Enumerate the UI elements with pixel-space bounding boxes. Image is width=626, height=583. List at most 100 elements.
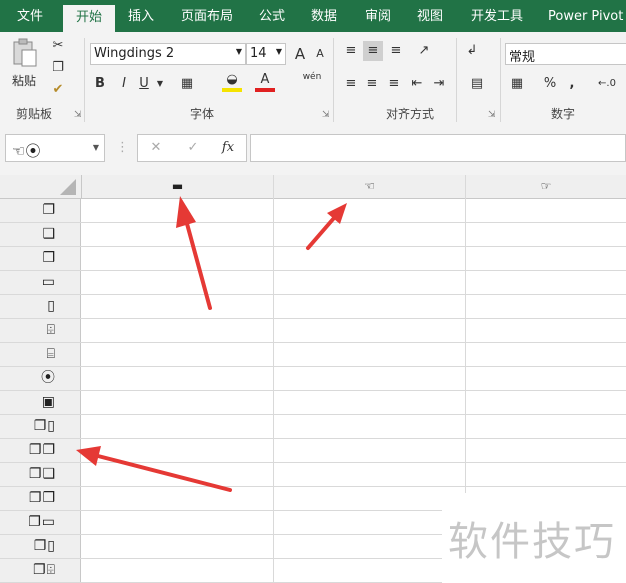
divider [84,38,85,122]
table-row: ▭ [0,271,626,295]
alignment-launcher-icon[interactable]: ⇲ [488,110,496,120]
table-row: ▣ [0,391,626,415]
chevron-down-icon[interactable]: ▼ [154,74,166,94]
column-header-c[interactable]: ☞ [466,175,626,198]
font-name-value: Wingdings 2 [94,46,175,61]
align-bottom-icon[interactable]: ≡ [387,41,405,61]
watermark: 软件技巧 [442,495,626,583]
tab-review[interactable]: 审阅 [365,0,391,32]
row-header[interactable]: ❑ [0,223,81,246]
row-header[interactable]: ❐❒ [0,487,81,510]
row-header[interactable]: ❐▯ [0,535,81,558]
tab-view[interactable]: 视图 [417,0,443,32]
row-header[interactable]: ❐ [0,199,81,222]
phonetic-guide-button[interactable]: wén [300,72,324,82]
table-row: ⌹ [0,319,626,343]
cancel-icon[interactable]: ✕ [146,138,166,158]
increase-indent-icon[interactable]: ⇥ [430,74,448,94]
chevron-down-icon: ▼ [275,47,282,56]
grow-font-button[interactable]: A [292,44,308,64]
fill-color-icon[interactable]: ◒ [222,72,242,92]
row-header[interactable]: ⌹ [0,319,81,342]
tab-insert[interactable]: 插入 [128,0,154,32]
percent-button[interactable]: % [542,74,558,94]
tab-home[interactable]: 开始 [63,5,116,32]
chevron-down-icon: ▼ [92,143,99,152]
table-row: ❐❐ [0,439,626,463]
row-header[interactable]: ❒ [0,247,81,270]
row-header[interactable]: ❐▯ [0,415,81,438]
table-row: ❑ [0,223,626,247]
merge-center-icon[interactable]: ▤ [463,74,491,94]
number-format-value: 常规 [509,50,536,65]
row-header[interactable]: ❐❐ [0,439,81,462]
increase-decimal-icon[interactable]: ←.0 [594,74,620,94]
divider [500,38,501,122]
insert-function-icon[interactable]: fx [218,138,238,158]
row-header[interactable]: ▣ [0,391,81,414]
row-header[interactable]: ❐⌹ [0,559,81,582]
font-launcher-icon[interactable]: ⇲ [322,110,330,120]
chevron-down-icon: ▼ [235,47,242,56]
decrease-indent-icon[interactable]: ⇤ [408,74,426,94]
font-group-label: 字体 [190,107,215,121]
divider [333,38,334,122]
comma-button[interactable]: , [566,74,578,94]
number-group-label: 数字 [551,107,576,121]
tab-data[interactable]: 数据 [311,0,337,32]
cut-icon[interactable]: ✂ [48,36,68,56]
table-row: ❐ [0,199,626,223]
column-header-b[interactable]: ☜ [274,175,466,198]
number-format-select[interactable]: 常规 [505,43,626,65]
font-size-select[interactable]: 14 ▼ [246,43,286,65]
wrap-text-icon[interactable]: ↲ [463,41,481,61]
clipboard-launcher-icon[interactable]: ⇲ [74,110,82,120]
formula-buttons: ✕ ✓ fx [137,134,247,162]
border-icon[interactable]: ▦ [178,74,196,94]
row-header[interactable]: ▯ [0,295,81,318]
align-center-icon[interactable]: ≡ [363,74,381,94]
row-header[interactable]: ⦿ [0,367,81,390]
bold-button[interactable]: B [92,74,108,94]
divider [456,38,457,122]
align-right-icon[interactable]: ≡ [385,74,403,94]
tab-formulas[interactable]: 公式 [259,0,285,32]
tab-power-pivot[interactable]: Power Pivot [548,0,623,32]
table-row: ⌸ [0,343,626,367]
row-header[interactable]: ▭ [0,271,81,294]
shrink-font-button[interactable]: A [312,44,328,64]
tab-file[interactable]: 文件 [17,0,43,32]
align-left-icon[interactable]: ≡ [342,74,360,94]
ribbon-tab-bar: 文件 开始 插入 页面布局 公式 数据 审阅 视图 开发工具 Power Piv… [0,0,626,32]
name-box[interactable]: ☜⦿ ▼ [5,134,105,162]
row-header[interactable]: ❐▭ [0,511,81,534]
select-all-corner[interactable] [0,175,82,198]
tab-developer[interactable]: 开发工具 [471,0,523,32]
italic-button[interactable]: I [116,74,132,94]
row-header[interactable]: ❐❑ [0,463,81,486]
font-size-value: 14 [250,46,267,61]
row-header[interactable]: ⌸ [0,343,81,366]
clipboard-icon [13,38,37,67]
align-middle-icon[interactable]: ≡ [363,41,383,61]
column-header-a[interactable]: ▬ [82,175,274,198]
align-top-icon[interactable]: ≡ [342,41,360,61]
ribbon: 粘贴 ✂ ❐ ✔ 剪贴板 ⇲ Wingdings 2 ▼ 14 ▼ A A B … [0,32,626,126]
name-box-value: ☜⦿ [12,142,41,160]
table-row: ❐▯ [0,415,626,439]
copy-icon[interactable]: ❐ [48,58,68,78]
orientation-icon[interactable]: ↗ [410,41,438,61]
accounting-format-icon[interactable]: ▦ [506,74,528,94]
splitter-icon[interactable]: ⋮ [116,138,129,158]
paste-button[interactable]: 粘贴 [8,36,42,96]
tab-page-layout[interactable]: 页面布局 [181,0,233,32]
column-headers: ▬ ☜ ☞ [0,175,626,199]
formula-input[interactable] [250,134,626,162]
font-name-select[interactable]: Wingdings 2 ▼ [90,43,246,65]
table-row: ⦿ [0,367,626,391]
formula-bar: ☜⦿ ▼ ⋮ ✕ ✓ fx [0,125,626,175]
enter-icon[interactable]: ✓ [183,138,203,158]
underline-button[interactable]: U [136,74,152,94]
font-color-icon[interactable]: A [255,72,275,92]
format-painter-icon[interactable]: ✔ [48,80,68,100]
